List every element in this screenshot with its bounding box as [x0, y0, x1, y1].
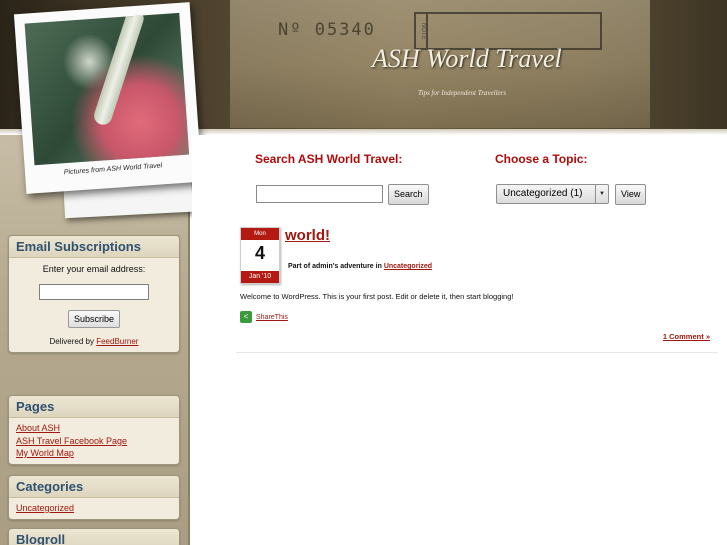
- feedburner-link[interactable]: FeedBurner: [96, 337, 138, 346]
- widget-title-categories: Categories: [9, 476, 179, 498]
- widget-title-blogroll: Blogroll: [9, 529, 179, 545]
- topic-select[interactable]: Uncategorized (1) ▼: [496, 184, 609, 204]
- page-link-about[interactable]: About ASH: [16, 423, 60, 433]
- chevron-down-icon[interactable]: ▼: [595, 185, 608, 203]
- post-title[interactable]: world!: [285, 227, 330, 244]
- widget-title-email: Email Subscriptions: [9, 236, 179, 258]
- site-tagline: Tips for Independent Travellers: [418, 89, 507, 97]
- post-date-dow: Mon: [241, 228, 279, 240]
- view-button[interactable]: View: [615, 184, 647, 205]
- email-prompt: Enter your email address:: [42, 264, 146, 274]
- category-link-uncategorized[interactable]: Uncategorized: [16, 503, 74, 513]
- delivered-prefix: Delivered by: [49, 337, 94, 346]
- stamp-note: NOTE: [416, 14, 428, 48]
- page-link-facebook[interactable]: ASH Travel Facebook Page: [16, 436, 127, 446]
- email-field[interactable]: [39, 284, 149, 300]
- categories-widget: Categories Uncategorized: [8, 475, 180, 520]
- post-meta-prefix: Part of admin's adventure in: [288, 263, 382, 270]
- delivered-by: Delivered by FeedBurner: [16, 337, 172, 346]
- main-content: Search ASH World Travel: Search Choose a…: [192, 135, 727, 545]
- site-title[interactable]: ASH World Travel: [372, 44, 562, 74]
- post-date-badge: Mon 4 Jan '10: [240, 227, 280, 284]
- search-input[interactable]: [256, 185, 383, 203]
- flower-photo: [24, 12, 190, 166]
- page-link-world-map[interactable]: My World Map: [16, 448, 74, 458]
- flower-stem: [91, 12, 146, 128]
- topic-selected-value: Uncategorized (1): [503, 188, 583, 199]
- post-meta: Part of admin's adventure in Uncategoriz…: [288, 263, 432, 270]
- email-subscriptions-widget: Email Subscriptions Enter your email add…: [8, 235, 180, 353]
- post-date-month: Jan '10: [241, 271, 279, 283]
- blogroll-widget: Blogroll: [8, 528, 180, 545]
- share-label: ShareThis: [256, 313, 288, 321]
- post-divider: [236, 352, 718, 353]
- share-icon[interactable]: <: [240, 311, 252, 323]
- stamp-number: Nº 05340: [278, 20, 376, 40]
- subscribe-button[interactable]: Subscribe: [67, 310, 121, 328]
- widget-title-pages: Pages: [9, 396, 179, 418]
- topic-label: Choose a Topic:: [495, 152, 588, 166]
- polaroid-photo[interactable]: Pictures from ASH World Travel: [13, 2, 203, 194]
- post-date-day: 4: [254, 243, 265, 263]
- search-label: Search ASH World Travel:: [255, 152, 403, 166]
- search-button[interactable]: Search: [388, 184, 429, 205]
- post-category-link[interactable]: Uncategorized: [384, 263, 432, 270]
- pages-widget: Pages About ASH ASH Travel Facebook Page…: [8, 395, 180, 465]
- post-body: Welcome to WordPress. This is your first…: [240, 292, 514, 301]
- comments-link[interactable]: 1 Comment »: [663, 332, 710, 341]
- share-this-link[interactable]: < ShareThis: [240, 311, 288, 323]
